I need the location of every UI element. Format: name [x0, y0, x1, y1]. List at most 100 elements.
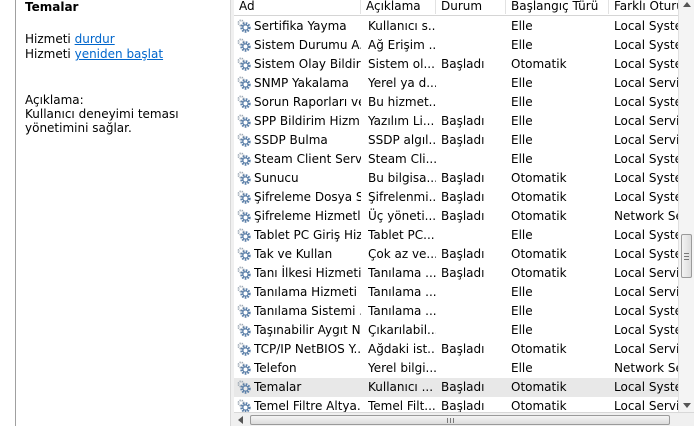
service-row[interactable]: TelefonYerel bilgi...ElleNetwork Service: [234, 359, 694, 378]
service-row[interactable]: Sorun Raporları ve...Bu hizmet...ElleLoc…: [234, 93, 694, 112]
column-header-name[interactable]: Ad: [234, 0, 361, 14]
service-status-cell: Başladı: [441, 114, 485, 128]
grip-line: [684, 253, 689, 254]
service-name-cell: Temalar: [254, 380, 302, 394]
service-gear-icon: [237, 190, 251, 204]
service-row[interactable]: Sistem Durumu A... Ağ Erişim ... Elle Local…: [234, 36, 694, 55]
service-name-cell: Sistem Durumu A...: [254, 38, 361, 52]
service-startup-type-cell: Elle: [511, 133, 533, 147]
service-startup-type-cell: Elle: [511, 76, 533, 90]
service-row[interactable]: Tanılama Hizmeti ... Tanılama ... Elle Loca…: [234, 283, 694, 302]
restart-service-link[interactable]: yeniden başlat: [75, 47, 163, 61]
service-status-cell: [441, 74, 506, 93]
service-row[interactable]: Şifreleme Hizmetleri Üç yöneti... Başladı O…: [234, 207, 694, 226]
service-description: Açıklama: Kullanıcı deneyimi teması yöne…: [25, 93, 225, 135]
service-actions: Hizmeti durdur Hizmeti yeniden başlat: [25, 32, 163, 62]
service-description-cell: Bu hizmet...: [368, 95, 436, 109]
service-row[interactable]: Tablet PC Giriş Hiz...Tablet PC...ElleLo…: [234, 226, 694, 245]
description-label: Açıklama:: [25, 93, 84, 107]
column-header-row: Ad Açıklama Durum Başlangıç Türü Farklı …: [234, 0, 694, 16]
service-description-cell: Bu bilgisa...: [368, 171, 436, 185]
service-row[interactable]: Şifreleme Dosya Si... Şifrelenmi... Başlad…: [234, 188, 694, 207]
service-name-cell: SSDP Bulma: [254, 133, 328, 147]
service-status-cell: Başladı: [441, 266, 485, 280]
left-pane-edge: [0, 0, 16, 426]
service-gear-icon: [237, 247, 251, 261]
service-status-cell: Başladı: [441, 247, 485, 261]
service-name-cell: Tanılama Sistemi ...: [254, 304, 361, 318]
vertical-scrollbar[interactable]: [678, 0, 694, 412]
stop-service-link[interactable]: durdur: [75, 32, 115, 46]
restart-prefix: Hizmeti: [25, 47, 75, 61]
service-description-cell: Tanılama ...: [368, 266, 436, 280]
service-startup-type-cell: Otomatik: [511, 247, 567, 261]
restart-action-line: Hizmeti yeniden başlat: [25, 47, 163, 62]
service-row[interactable]: SNMP Yakalama Yerel ya d... Elle Local Serv…: [234, 74, 694, 93]
horizontal-scroll-thumb[interactable]: [250, 415, 670, 425]
service-status-cell: [441, 283, 506, 302]
column-header-status[interactable]: Durum: [436, 0, 506, 14]
service-row[interactable]: Sunucu Bu bilgisa... Başladı Otomatik Local …: [234, 169, 694, 188]
service-status-cell: Başladı: [441, 190, 485, 204]
service-gear-icon: [237, 228, 251, 242]
column-header-description[interactable]: Açıklama: [361, 0, 436, 14]
service-startup-type-cell: Elle: [511, 228, 533, 242]
grip-line: [447, 418, 448, 423]
services-list: Ad Açıklama Durum Başlangıç Türü Farklı …: [234, 0, 694, 426]
service-gear-icon: [237, 399, 251, 413]
service-gear-icon: [237, 285, 251, 299]
service-status-cell: [441, 17, 506, 36]
service-row[interactable]: Tanılama Sistemi ... Tanılama ... Elle Loca…: [234, 302, 694, 321]
service-status-cell: Başladı: [441, 380, 485, 394]
service-name-cell: Tanılama Hizmeti ...: [254, 285, 361, 299]
service-name-cell: SNMP Yakalama: [254, 76, 349, 90]
service-name-cell: Steam Client Servi...: [254, 152, 361, 166]
service-row[interactable]: SSDP Bulma SSDP algıl... Başladı Elle Local …: [234, 131, 694, 150]
vertical-scroll-thumb[interactable]: [681, 234, 692, 278]
scroll-up-arrow-icon[interactable]: [683, 2, 691, 7]
service-row[interactable]: Tanı İlkesi Hizmeti Tanılama ... Başladı Ot…: [234, 264, 694, 283]
service-gear-icon: [237, 133, 251, 147]
service-gear-icon: [237, 304, 251, 318]
service-startup-type-cell: Elle: [511, 152, 533, 166]
service-description-cell: Yerel ya d...: [368, 76, 436, 90]
service-row[interactable]: Temalar Kullanıcı ... Başladı Otomatik Local…: [234, 378, 694, 397]
service-row[interactable]: TCP/IP NetBIOS Y... Ağdaki ist... Başladı O…: [234, 340, 694, 359]
scroll-left-arrow-icon[interactable]: [238, 416, 243, 424]
service-startup-type-cell: Elle: [511, 304, 533, 318]
service-startup-type-cell: Otomatik: [511, 342, 567, 356]
service-name-cell: Sorun Raporları ve...: [254, 95, 361, 109]
service-gear-icon: [237, 266, 251, 280]
service-row[interactable]: Sertifika Yayma Kullanıcı s... Elle Local S…: [234, 17, 694, 36]
service-description-cell: SSDP algıl...: [368, 133, 436, 147]
service-startup-type-cell: Elle: [511, 285, 533, 299]
service-description-cell: Tanılama ...: [368, 285, 436, 299]
service-startup-type-cell: Otomatik: [511, 57, 567, 71]
service-description-cell: Şifrelenmi...: [368, 190, 436, 204]
service-startup-type-cell: Elle: [511, 114, 533, 128]
service-description-cell: Ağdaki ist...: [368, 342, 436, 356]
service-status-cell: [441, 226, 506, 245]
stop-action-line: Hizmeti durdur: [25, 32, 163, 47]
column-header-startup-type[interactable]: Başlangıç Türü: [506, 0, 609, 14]
service-description-cell: Sistem ol...: [368, 57, 435, 71]
grip-line: [684, 256, 689, 257]
service-gear-icon: [237, 152, 251, 166]
service-title: Temalar: [25, 0, 79, 14]
service-gear-icon: [237, 114, 251, 128]
service-startup-type-cell: Elle: [511, 323, 533, 337]
service-row[interactable]: Steam Client Servi...Steam Cli...ElleLoc…: [234, 150, 694, 169]
service-name-cell: Sertifika Yayma: [254, 19, 347, 33]
horizontal-scrollbar[interactable]: [234, 412, 694, 426]
service-gear-icon: [237, 380, 251, 394]
service-detail-panel: Temalar Hizmeti durdur Hizmeti yeniden b…: [16, 0, 230, 426]
scroll-down-arrow-icon[interactable]: [683, 403, 691, 408]
service-row[interactable]: Taşınabilir Aygıt N... Çıkarılabil... Elle…: [234, 321, 694, 340]
service-status-cell: Başladı: [441, 209, 485, 223]
service-status-cell: [441, 359, 506, 378]
service-name-cell: Tablet PC Giriş Hiz...: [254, 228, 361, 242]
service-row[interactable]: SPP Bildirim Hizm... Yazılım Li... Başladı…: [234, 112, 694, 131]
service-row[interactable]: Tak ve Kullan Çok az ve... Başladı Otomatik…: [234, 245, 694, 264]
service-description-cell: Çok az ve...: [368, 247, 436, 261]
service-row[interactable]: Sistem Olay Bildiri... Sistem ol... Başlad…: [234, 55, 694, 74]
